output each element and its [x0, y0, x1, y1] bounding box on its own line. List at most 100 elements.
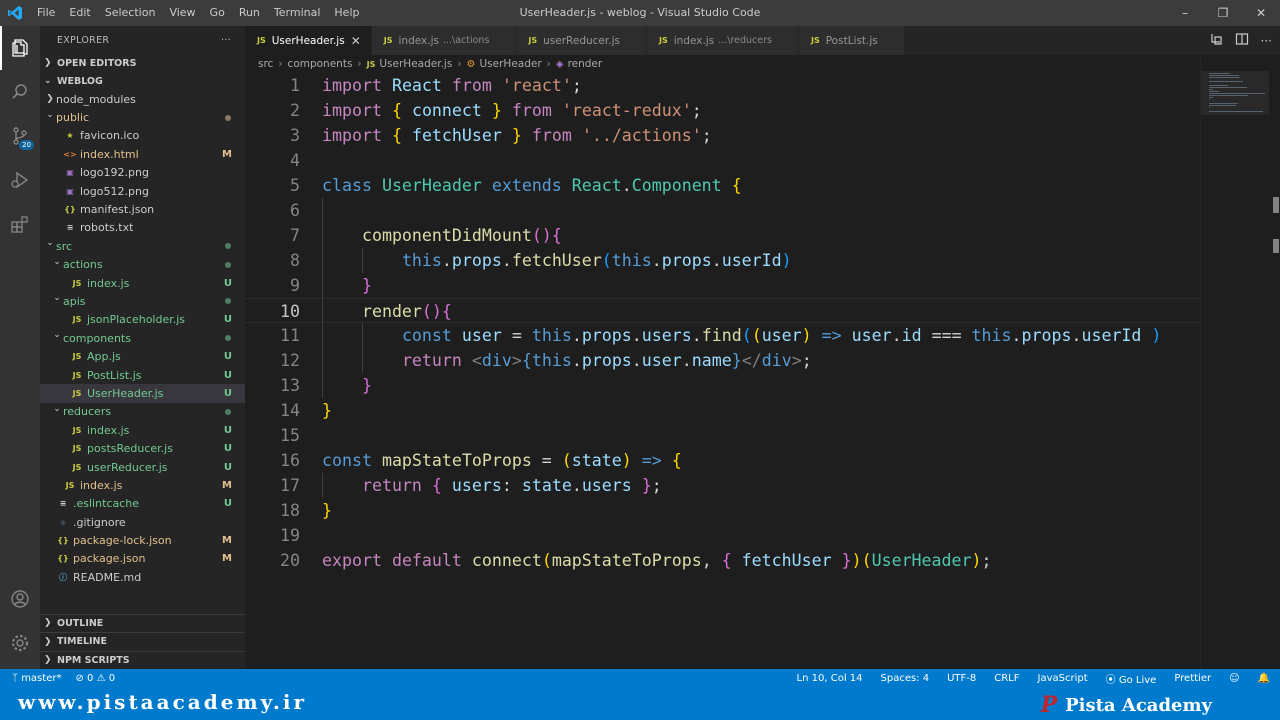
folder-item[interactable]: ❯ node_modules [40, 90, 245, 108]
breadcrumb-src[interactable]: src [258, 58, 273, 70]
code-line[interactable]: 10 render(){ [245, 298, 1200, 323]
open-editors-section[interactable]: ❯ OPEN EDITORS [40, 54, 245, 72]
code-line[interactable]: 6 [245, 198, 1200, 223]
project-section[interactable]: ⌄ WEBLOG [40, 72, 245, 90]
feedback-icon[interactable]: ☺ [1229, 673, 1239, 684]
accounts-icon[interactable] [0, 577, 40, 621]
folder-item[interactable]: ⌄ apis [40, 292, 245, 310]
folder-item[interactable]: ⌄ components [40, 329, 245, 347]
menu-item-edit[interactable]: Edit [62, 0, 97, 26]
code-line[interactable]: 18} [245, 498, 1200, 523]
file-item[interactable]: JS index.js U [40, 421, 245, 439]
code-line[interactable]: 19 [245, 523, 1200, 548]
code-editor[interactable]: 1 import React from 'react'; 2 import { con… [245, 73, 1200, 669]
close-window-icon[interactable]: ✕ [1242, 0, 1280, 26]
file-item[interactable]: {} manifest.json [40, 200, 245, 218]
more-icon[interactable]: ··· [1261, 34, 1272, 48]
code-line[interactable]: 20 export default connect(mapStateToProps… [245, 548, 1200, 573]
problems-indicator[interactable]: ⊘ 0 ⚠ 0 [75, 673, 115, 684]
code-line[interactable]: 3 import { fetchUser } from '../actions'; [245, 123, 1200, 148]
folder-item[interactable]: ⌄ reducers [40, 403, 245, 421]
file-item[interactable]: JS index.js U [40, 274, 245, 292]
explorer-icon[interactable] [0, 26, 40, 70]
extensions-icon[interactable] [0, 202, 40, 246]
code-line[interactable]: 8 this.props.fetchUser(this.props.userId… [245, 248, 1200, 273]
file-item[interactable]: ≡ .eslintcache U [40, 495, 245, 513]
breadcrumb-components[interactable]: components [288, 58, 353, 70]
file-item[interactable]: ◈ .gitignore [40, 513, 245, 531]
outline-section[interactable]: ❯ OUTLINE [40, 613, 245, 633]
code-line[interactable]: 4 [245, 148, 1200, 173]
compare-icon[interactable] [1209, 31, 1223, 50]
encoding[interactable]: UTF-8 [947, 673, 976, 684]
end-of-line[interactable]: CRLF [994, 673, 1019, 684]
file-item[interactable]: JS UserHeader.js U [40, 384, 245, 403]
npm-scripts-section[interactable]: ❯ NPM SCRIPTS [40, 650, 245, 670]
code-line[interactable]: 13 } [245, 373, 1200, 398]
file-item[interactable]: JS userReducer.js U [40, 458, 245, 476]
code-line[interactable]: 11 const user = this.props.users.find((u… [245, 323, 1200, 348]
file-item[interactable]: ▣ logo192.png [40, 164, 245, 182]
file-item[interactable]: ★ favicon.ico [40, 127, 245, 145]
file-item[interactable]: ⓘ README.md [40, 568, 245, 586]
menu-item-run[interactable]: Run [232, 0, 267, 26]
menu-item-view[interactable]: View [162, 0, 202, 26]
close-tab-icon[interactable]: ✕ [351, 34, 361, 48]
prettier-status[interactable]: Prettier [1174, 673, 1211, 684]
indentation[interactable]: Spaces: 4 [881, 673, 930, 684]
code-line[interactable]: 1 import React from 'react'; [245, 73, 1200, 98]
file-item[interactable]: JS PostList.js U [40, 366, 245, 384]
source-control-icon[interactable]: 20 [0, 114, 40, 158]
breadcrumb-class[interactable]: UserHeader [479, 58, 541, 70]
code-line[interactable]: 16 const mapStateToProps = (state) => { [245, 448, 1200, 473]
breadcrumb-method[interactable]: render [568, 58, 603, 70]
tab-postlist-js[interactable]: JS PostList.js [798, 26, 905, 55]
tab-index-js[interactable]: JS index.js ...\reducers [646, 26, 799, 55]
file-item[interactable]: ▣ logo512.png [40, 182, 245, 200]
file-item[interactable]: {} package-lock.json M [40, 531, 245, 549]
file-item[interactable]: <> index.html M [40, 145, 245, 163]
scrollbar-thumb[interactable] [1273, 197, 1279, 213]
code-line[interactable]: 14} [245, 398, 1200, 423]
minimap[interactable] [1200, 55, 1280, 669]
menu-item-file[interactable]: File [30, 0, 62, 26]
code-line[interactable]: 15 [245, 423, 1200, 448]
menu-item-go[interactable]: Go [203, 0, 232, 26]
branch-indicator[interactable]: ᛉ master* [12, 673, 61, 684]
notifications-icon[interactable]: 🔔 [1258, 673, 1270, 684]
folder-item[interactable]: ⌄ actions [40, 256, 245, 274]
code-line[interactable]: 9 } [245, 273, 1200, 298]
timeline-section[interactable]: ❯ TIMELINE [40, 632, 245, 651]
file-item[interactable]: {} package.json M [40, 550, 245, 568]
code-line[interactable]: 17 return { users: state.users }; [245, 473, 1200, 498]
file-item[interactable]: JS index.js M [40, 476, 245, 494]
tab-userreducer-js[interactable]: JS userReducer.js [516, 26, 647, 55]
file-item[interactable]: JS App.js U [40, 347, 245, 365]
file-item[interactable]: JS postsReducer.js U [40, 439, 245, 457]
tab-index-js[interactable]: JS index.js ...\actions [371, 26, 517, 55]
code-line[interactable]: 5 class UserHeader extends React.Componen… [245, 173, 1200, 198]
settings-gear-icon[interactable] [0, 621, 40, 665]
go-live-button[interactable]: ⦿ Go Live [1106, 671, 1157, 686]
folder-item[interactable]: ⌄ public [40, 108, 245, 126]
file-item[interactable]: ≡ robots.txt [40, 219, 245, 237]
tab-userheader-js[interactable]: JS UserHeader.js ✕ [245, 26, 372, 55]
code-line[interactable]: 12 return <div>{this.props.user.name}</d… [245, 348, 1200, 373]
cursor-position[interactable]: Ln 10, Col 14 [797, 673, 863, 684]
restore-icon[interactable]: ❐ [1204, 0, 1242, 26]
more-actions-icon[interactable]: ··· [221, 35, 231, 46]
language-mode[interactable]: JavaScript [1038, 673, 1088, 684]
minimize-icon[interactable]: – [1166, 0, 1204, 26]
menu-item-selection[interactable]: Selection [98, 0, 163, 26]
file-item[interactable]: JS jsonPlaceholder.js U [40, 311, 245, 329]
search-icon[interactable] [0, 70, 40, 114]
run-debug-icon[interactable] [0, 158, 40, 202]
code-line[interactable]: 2 import { connect } from 'react-redux'; [245, 98, 1200, 123]
folder-item[interactable]: ⌄ src [40, 237, 245, 255]
menu-item-terminal[interactable]: Terminal [267, 0, 328, 26]
split-editor-icon[interactable] [1235, 31, 1249, 50]
code-line[interactable]: 7 componentDidMount(){ [245, 223, 1200, 248]
breadcrumb-file[interactable]: UserHeader.js [379, 58, 452, 70]
menu-item-help[interactable]: Help [327, 0, 366, 26]
